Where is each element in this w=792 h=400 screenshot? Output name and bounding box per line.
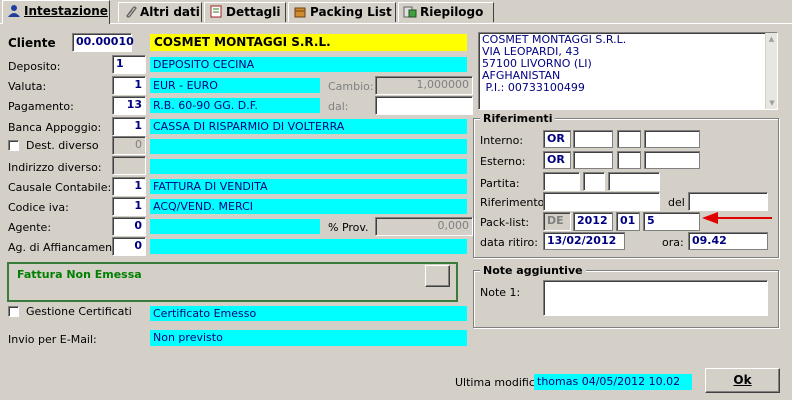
address-box[interactable]: COSMET MONTAGGI S.R.L. VIA LEOPARDI, 43 … <box>478 32 778 110</box>
iva-field[interactable]: 1 <box>112 197 146 216</box>
cliente-name: COSMET MONTAGGI S.R.L. <box>150 34 467 51</box>
riferimento-date-field[interactable] <box>688 192 768 211</box>
interno-type-field[interactable]: OR <box>543 130 571 148</box>
packlist-series-field[interactable]: 01 <box>616 212 640 231</box>
indirizzo-label: Indirizzo diverso: <box>8 161 102 174</box>
note-label: Note 1: <box>480 286 521 299</box>
agente-desc <box>150 219 320 234</box>
packlist-number-field[interactable]: 5 <box>643 212 700 231</box>
tab-intestazione[interactable]: Intestazione <box>2 0 110 24</box>
address-scrollbar[interactable]: ▲ ▼ <box>765 33 777 109</box>
partita-field-1[interactable] <box>543 172 580 191</box>
document-icon <box>209 5 223 18</box>
esterno-label: Esterno: <box>480 155 526 168</box>
scroll-down-icon[interactable]: ▼ <box>766 97 778 109</box>
email-label: Invio per E-Mail: <box>8 333 97 346</box>
package-icon <box>293 5 307 18</box>
address-line: P.I.: 00733100499 <box>482 81 585 94</box>
red-arrow-icon <box>702 212 772 224</box>
affiancamento-field[interactable]: 0 <box>112 237 146 256</box>
interno-number-field[interactable] <box>644 130 700 148</box>
partita-label: Partita: <box>480 177 520 190</box>
prov-label: % Prov. <box>328 221 369 234</box>
ultima-modifica-label: Ultima modifica <box>455 376 542 389</box>
deposito-label: Deposito: <box>8 60 61 73</box>
fattura-action-button[interactable] <box>425 265 450 287</box>
esterno-series-field[interactable] <box>617 151 641 169</box>
cliente-label: Cliente <box>8 36 56 50</box>
riferimenti-title: Riferimenti <box>480 112 556 125</box>
agente-field[interactable]: 0 <box>112 217 146 236</box>
esterno-year-field[interactable] <box>573 151 613 169</box>
email-status: Non previsto <box>150 330 467 346</box>
certificati-label: Gestione Certificati <box>26 305 132 318</box>
paperclip-icon <box>123 5 137 18</box>
affiancamento-desc <box>150 239 467 254</box>
person-icon <box>7 4 21 17</box>
banca-field[interactable]: 1 <box>112 117 146 136</box>
partita-field-2[interactable] <box>583 172 605 191</box>
fattura-status-text: Fattura Non Emessa <box>17 268 142 281</box>
deposito-field[interactable]: 1 <box>112 55 146 74</box>
scroll-up-icon[interactable]: ▲ <box>766 33 777 45</box>
certificati-status: Certificato Emesso <box>150 306 467 321</box>
tab-riepilogo[interactable]: Riepilogo <box>398 2 494 22</box>
fattura-status-box: Fattura Non Emessa <box>7 262 458 302</box>
esterno-number-field[interactable] <box>644 151 700 169</box>
causale-label: Causale Contabile: <box>8 181 112 194</box>
iva-label: Codice iva: <box>8 201 69 214</box>
ritiro-date-field[interactable]: 13/02/2012 <box>543 232 625 250</box>
indirizzo-desc <box>150 159 467 174</box>
dest-diverso-label: Dest. diverso <box>26 139 99 152</box>
cambio-field[interactable]: 1,000000 <box>375 76 473 95</box>
tab-dettagli[interactable]: Dettagli <box>204 2 286 22</box>
valuta-label: Valuta: <box>8 80 47 93</box>
tab-bar: Intestazione Altri dati Dettagli Packing… <box>0 0 792 24</box>
dal-date-field[interactable] <box>375 96 473 115</box>
ultima-modifica-value: thomas 04/05/2012 10.02 <box>534 374 692 390</box>
indirizzo-field[interactable] <box>112 156 146 175</box>
ora-label: ora: <box>662 236 684 249</box>
causale-field[interactable]: 1 <box>112 177 146 196</box>
tab-altri-dati[interactable]: Altri dati <box>118 2 202 22</box>
pagamento-field[interactable]: 13 <box>112 96 146 115</box>
interno-label: Interno: <box>480 134 524 147</box>
summary-icon <box>403 5 417 18</box>
riferimento-field[interactable] <box>543 192 660 211</box>
partita-field-3[interactable] <box>608 172 660 191</box>
cambio-label: Cambio: <box>328 80 374 93</box>
prov-field[interactable]: 0,000 <box>375 217 473 236</box>
cliente-code-field[interactable]: 00.00010 <box>72 33 134 52</box>
certificati-checkbox[interactable] <box>8 306 19 317</box>
banca-desc: CASSA DI RISPARMIO DI VOLTERRA <box>150 119 467 134</box>
agente-label: Agente: <box>8 221 52 234</box>
ritiro-label: data ritiro: <box>480 236 538 249</box>
ora-field[interactable]: 09.42 <box>688 232 768 250</box>
dest-diverso-desc <box>150 139 467 154</box>
valuta-desc: EUR - EURO <box>150 78 320 93</box>
valuta-field[interactable]: 1 <box>112 76 146 95</box>
ok-button[interactable]: Ok <box>705 368 780 393</box>
affiancamento-label: Ag. di Affiancamento: <box>8 241 127 254</box>
banca-label: Banca Appoggio: <box>8 121 102 134</box>
del-label: del <box>668 196 685 209</box>
riferimento-label: Riferimento: <box>480 196 549 209</box>
packlist-year-field[interactable]: 2012 <box>573 212 613 231</box>
dest-diverso-field[interactable]: 0 <box>112 136 146 155</box>
note-textarea[interactable] <box>543 280 768 316</box>
deposito-desc: DEPOSITO CECINA <box>150 57 467 72</box>
pagamento-desc: R.B. 60-90 GG. D.F. <box>150 98 320 113</box>
causale-desc: FATTURA DI VENDITA <box>150 179 467 194</box>
dest-diverso-checkbox[interactable] <box>8 140 19 151</box>
pagamento-label: Pagamento: <box>8 100 74 113</box>
tab-packing-list[interactable]: Packing List <box>288 2 396 22</box>
interno-year-field[interactable] <box>573 130 613 148</box>
interno-series-field[interactable] <box>617 130 641 148</box>
note-title: Note aggiuntive <box>480 264 586 277</box>
dal-label: dal: <box>328 100 349 113</box>
iva-desc: ACQ/VEND. MERCI <box>150 199 467 214</box>
esterno-type-field[interactable]: OR <box>543 151 571 169</box>
packlist-label: Pack-list: <box>480 216 530 229</box>
packlist-type-field[interactable]: DE <box>543 212 571 231</box>
